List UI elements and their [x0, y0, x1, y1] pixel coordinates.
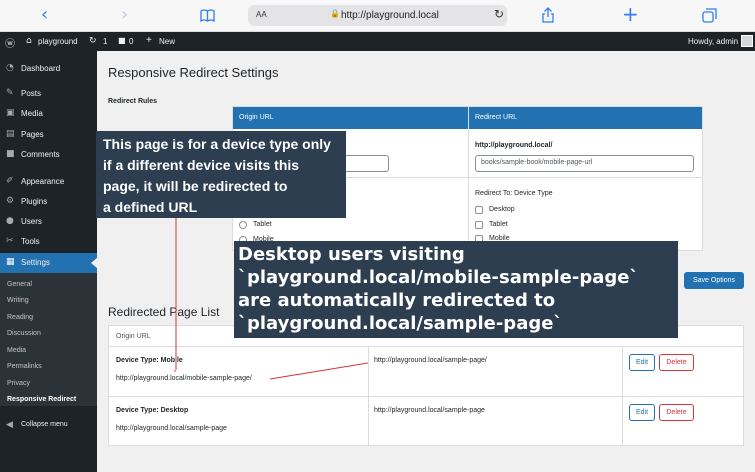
annotation-line: Desktop users visiting	[238, 244, 465, 265]
annotation-lines	[174, 218, 369, 380]
annotation-desktop-redirect-note: Desktop users visiting `playground.local…	[234, 241, 678, 338]
annotation-line: `playground.local/mobile-sample-page`	[238, 267, 639, 288]
annotation-line: if a different device visits this	[103, 157, 300, 173]
annotation-line: `playground.local/sample-page`	[238, 313, 563, 334]
connector-line	[269, 362, 369, 380]
annotation-device-type-note: This page is for a device type only if a…	[96, 131, 346, 218]
annotation-line: are automatically redirected to	[238, 290, 556, 311]
annotation-line: This page is for a device type only	[103, 136, 331, 152]
annotation-line: a defined URL	[103, 199, 198, 215]
annotation-line: page, it will be redirected to	[103, 178, 288, 194]
